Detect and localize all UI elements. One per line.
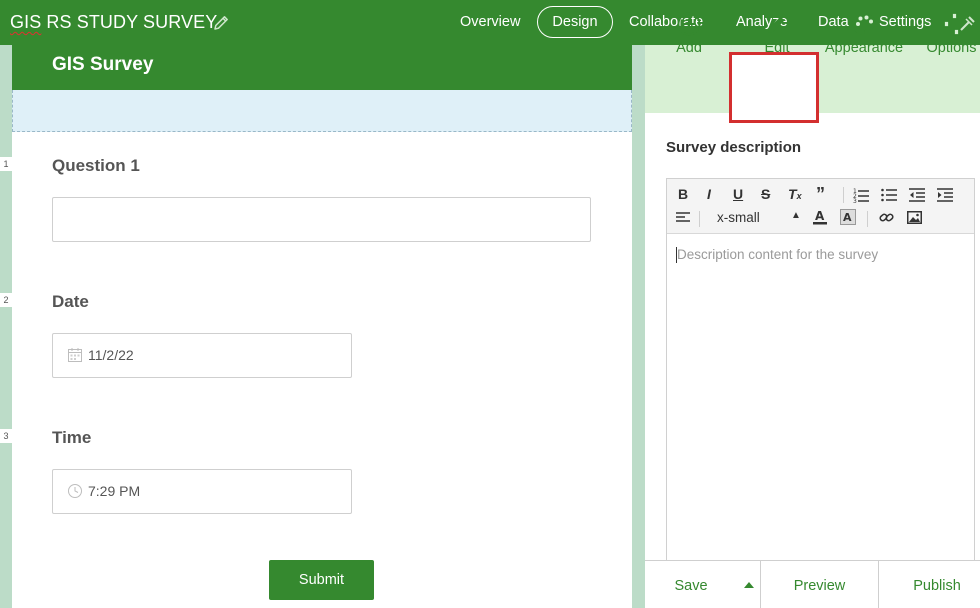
italic-icon[interactable]: I [707,186,711,202]
pencil-icon [768,13,788,33]
survey-description-title: Survey description [666,139,802,156]
time-input[interactable]: 7:29 PM [52,469,352,514]
time-value: 7:29 PM [88,483,141,499]
panel-footer: Save Preview Publish [645,560,980,608]
sliders-icon [939,12,963,36]
survey-name-prefix: GIS [10,12,42,32]
preview-button[interactable]: Preview [761,561,878,608]
add-tool-label: Add [676,40,702,56]
appearance-tool[interactable]: Appearance [823,0,905,68]
time-label: Time [52,428,92,447]
question-number: 2 [0,293,12,307]
toolbar-divider [843,187,844,203]
calendar-icon [68,348,82,362]
save-dropdown-icon[interactable] [744,582,754,588]
survey-title: GIS Survey [52,54,154,75]
survey-name-rest: RS STUDY SURVEY [41,12,218,32]
save-button[interactable]: Save [645,561,737,608]
survey-name: GIS RS STUDY SURVEY [10,12,217,33]
clock-icon [68,484,82,498]
date-input[interactable]: 11/2/22 [52,333,352,378]
question-number: 1 [0,157,12,171]
background-color-icon[interactable]: A [840,209,856,225]
submit-button[interactable]: Submit [269,560,374,600]
bold-icon[interactable]: B [678,186,688,202]
description-editor: B I U S Tx ” 1 2 3 x-small ▲︎ A A Descri… [666,178,975,568]
remove-format-icon[interactable]: Tx [788,186,802,202]
indent-icon[interactable] [937,187,953,203]
svg-text:A: A [815,209,825,223]
options-tool-label: Options [926,40,977,56]
date-label: Date [52,292,89,311]
edit-tool[interactable]: Edit [747,0,807,68]
strikethrough-icon[interactable]: S [761,186,770,202]
svg-text:3: 3 [853,198,857,203]
select-arrows-icon[interactable]: ▲︎ [791,210,801,221]
question-number: 3 [0,429,12,443]
editor-toolbar: B I U S Tx ” 1 2 3 x-small ▲︎ A A [667,179,974,234]
add-tool[interactable]: Add [664,0,714,68]
align-left-icon[interactable] [676,211,690,225]
outdent-icon[interactable] [909,187,925,203]
description-placeholder[interactable]: Description content for the survey [677,247,878,262]
bullet-list-icon[interactable] [881,187,897,203]
toolbar-divider [867,211,868,227]
palette-icon [852,13,876,35]
svg-text:A: A [843,211,852,224]
add-circle-icon [677,12,701,36]
link-icon[interactable] [879,210,894,225]
font-size-select[interactable]: x-small [717,210,760,225]
text-color-icon[interactable]: A [813,209,827,225]
date-value: 11/2/22 [88,347,134,363]
pencil-icon[interactable] [212,14,230,32]
nav-design[interactable]: Design [537,6,613,38]
appearance-tool-label: Appearance [824,40,904,56]
publish-button[interactable]: Publish [879,561,980,608]
question-1-input[interactable] [52,197,591,242]
numbered-list-icon[interactable]: 1 2 3 [853,187,869,203]
image-icon[interactable] [907,211,922,224]
survey-description-area[interactable] [12,90,632,132]
underline-icon[interactable]: U [733,186,743,202]
blockquote-icon[interactable]: ” [816,184,825,205]
edit-tool-label: Edit [764,40,790,56]
toolbar-divider [699,211,700,227]
question-label: Question 1 [52,156,140,175]
nav-overview[interactable]: Overview [460,0,520,45]
options-tool[interactable]: Options [923,0,980,68]
